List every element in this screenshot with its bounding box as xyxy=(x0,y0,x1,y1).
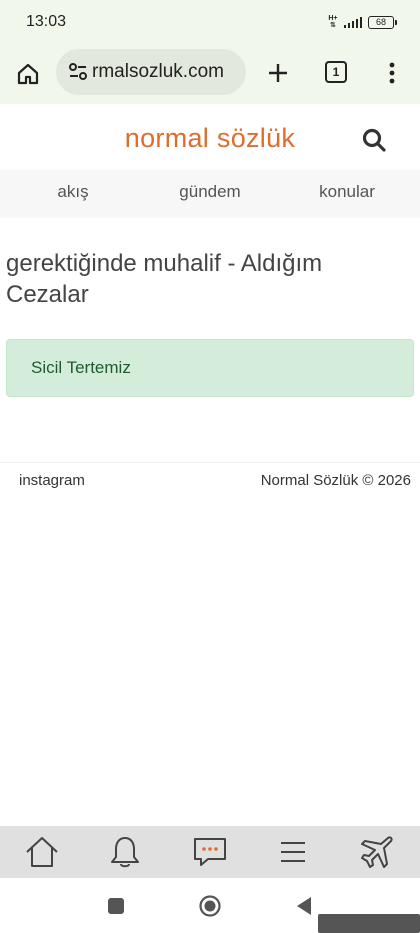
browser-menu-button[interactable] xyxy=(380,58,404,88)
footer: instagram Normal Sözlük © 2026 xyxy=(0,462,420,498)
bell-icon xyxy=(111,837,139,868)
browser-toolbar: rmalsozluk.com 1 xyxy=(0,44,420,104)
plane-button[interactable] xyxy=(357,832,397,872)
back-button[interactable] xyxy=(290,892,318,920)
home-icon xyxy=(26,837,58,867)
page: 13:03 H+ ⇅ 68 rmalsozluk.com 1 normal sö… xyxy=(0,0,420,933)
page-title: gerektiğinde muhalif - Aldığım Cezalar xyxy=(6,250,323,308)
status-time: 13:03 xyxy=(26,13,67,30)
tab-switcher-button[interactable]: 1 xyxy=(322,58,350,86)
back-icon xyxy=(297,897,311,915)
site-nav: akış gündem konular xyxy=(0,170,420,218)
messages-button[interactable] xyxy=(190,832,230,872)
network-indicator: H+ ⇅ xyxy=(328,15,337,29)
status-bar: 13:03 H+ ⇅ 68 xyxy=(0,0,420,44)
browser-home-button[interactable] xyxy=(12,58,44,90)
plus-icon xyxy=(269,64,287,82)
search-button[interactable] xyxy=(358,124,390,156)
tab-count: 1 xyxy=(325,61,347,83)
notifications-button[interactable] xyxy=(105,832,145,872)
signal-icon xyxy=(343,16,362,28)
menu-button[interactable] xyxy=(273,832,313,872)
alert-text: Sicil Tertemiz xyxy=(31,358,131,377)
nav-item-akis[interactable]: akış xyxy=(40,170,106,218)
menu-icon xyxy=(281,842,305,862)
tune-icon xyxy=(69,63,87,80)
gesture-bar xyxy=(318,914,420,933)
recents-icon xyxy=(108,898,124,914)
battery-level: 68 xyxy=(375,16,386,27)
plane-icon xyxy=(361,836,393,868)
network-type: H+ xyxy=(328,15,338,22)
nav-item-konular[interactable]: konular xyxy=(306,170,388,218)
status-alert: Sicil Tertemiz xyxy=(6,339,414,397)
url-text: rmalsozluk.com xyxy=(92,61,224,82)
home-icon xyxy=(17,63,39,85)
bottom-home-button[interactable] xyxy=(22,832,62,872)
copyright: Normal Sözlük © 2026 xyxy=(260,472,411,489)
instagram-link[interactable]: instagram xyxy=(19,472,85,489)
nav-item-gundem[interactable]: gündem xyxy=(165,170,255,218)
site-logo[interactable]: normal sözlük xyxy=(0,123,420,154)
chat-icon xyxy=(194,838,226,866)
home-circle-icon xyxy=(199,895,221,917)
more-vertical-icon xyxy=(389,62,395,84)
new-tab-button[interactable] xyxy=(263,58,293,88)
search-icon xyxy=(362,128,386,152)
bottom-app-bar xyxy=(0,826,420,878)
recents-button[interactable] xyxy=(102,892,130,920)
data-arrows-icon: ⇅ xyxy=(329,22,336,29)
status-indicators: H+ ⇅ 68 xyxy=(328,15,397,29)
battery-icon: 68 xyxy=(368,15,397,29)
address-bar[interactable]: rmalsozluk.com xyxy=(56,49,246,95)
site-header: normal sözlük xyxy=(0,110,420,170)
system-home-button[interactable] xyxy=(196,892,224,920)
